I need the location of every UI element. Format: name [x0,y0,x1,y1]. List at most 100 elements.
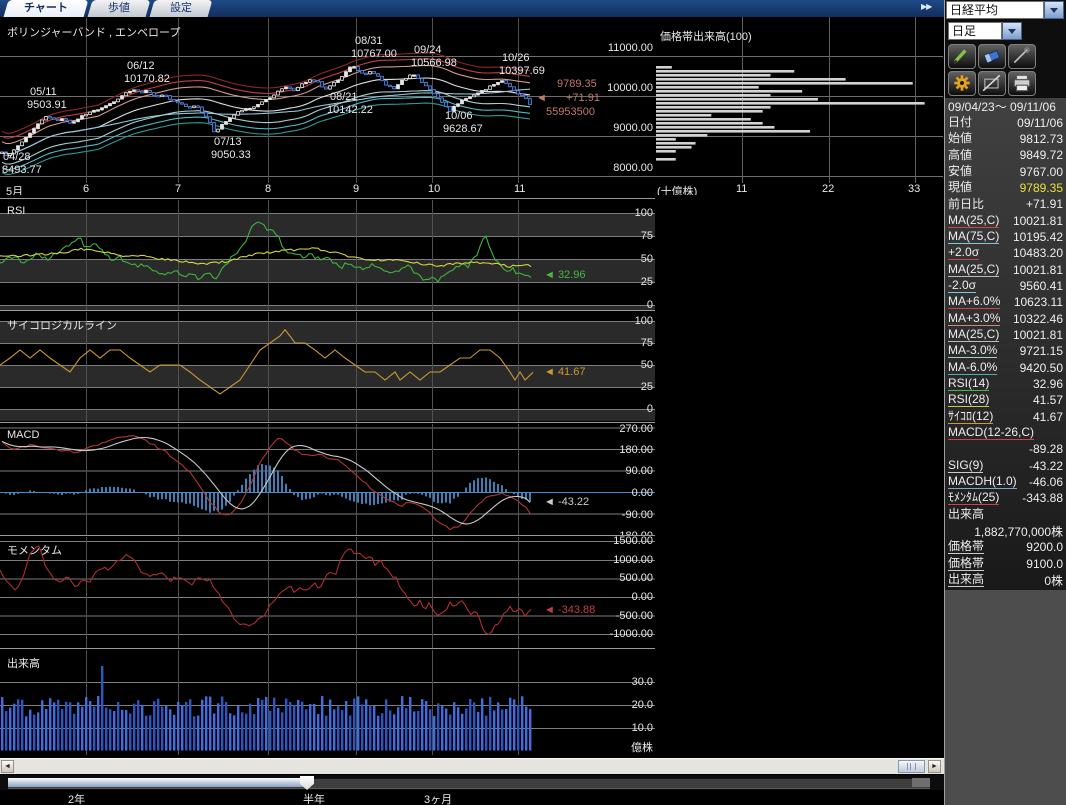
row-label: RSI(28) [948,393,989,407]
row-value: 10195.42 [999,230,1063,244]
row-value: 9200.0 [984,540,1063,554]
row-label: 現値 [948,181,972,194]
pencil-button[interactable] [948,44,976,69]
sidebar-row: 価格帯9200.0 [945,539,1066,555]
sidebar-row: ﾓﾒﾝﾀﾑ(25)-343.88 [945,490,1066,506]
row-label: 出来高 [948,508,984,521]
row-label: 価格帯 [948,540,984,554]
row-value: +71.91 [984,197,1063,211]
row-value: 9560.41 [976,279,1063,293]
row-label: 価格帯 [948,557,984,571]
row-value: 10322.46 [1000,312,1063,326]
range-label-row: 2年 半年 3ヶ月 [0,790,944,805]
slider-fill [8,778,306,787]
date-range: 09/04/23～ 09/11/06 [945,98,1066,114]
range-label[interactable]: 2年 [68,791,85,805]
eraser-button[interactable] [978,44,1006,69]
row-value: 9789.35 [972,181,1063,195]
printer-button[interactable] [1008,71,1036,96]
sidebar-row: MA+3.0%10322.46 [945,310,1066,326]
sidebar-row: 価格帯9100.0 [945,556,1066,572]
sidebar-row: MACD(12-26,C) [945,425,1066,441]
chart-application-window: チャート 歩値 設定 ▶▶ ボリンジャーバンド , エンベロープ価格帯出来高(1… [0,0,1066,805]
chart-toggle-button[interactable] [978,71,1006,96]
data-sidebar: 日経平均 日足 09/04/23～ 09/11/06日付09/11/06始値98… [944,0,1066,805]
sidebar-row: MA+6.0%10623.11 [945,294,1066,310]
slider-endcap [912,778,930,787]
timeframe-select-value: 日足 [948,22,1002,40]
sidebar-row: -89.28 [945,441,1066,457]
row-label: MA+6.0% [948,295,1000,309]
row-label: MA-6.0% [948,361,997,375]
time-range-slider[interactable] [0,775,944,790]
row-value: 9849.72 [972,148,1063,162]
scroll-left-button[interactable]: ◄ [1,760,14,773]
row-label: MA(75,C) [948,230,999,244]
sidebar-row: -2.0σ9560.41 [945,278,1066,294]
sidebar-row: +2.0σ10483.20 [945,245,1066,261]
row-value: 10021.81 [999,328,1063,342]
row-value: -43.22 [983,459,1063,473]
sidebar-row: MA(25,C)10021.81 [945,212,1066,228]
sidebar-row: MA(75,C)10195.42 [945,229,1066,245]
trendline-icon [1009,45,1035,67]
symbol-select-value: 日経平均 [946,1,1044,19]
row-value: 10483.20 [979,246,1063,260]
gear-button[interactable] [948,71,976,96]
symbol-select-dropdown-button[interactable] [1044,1,1064,19]
scrollbar-grip-icon [907,763,916,770]
timeframe-select[interactable]: 日足 [948,22,1022,40]
sidebar-data-rows: 09/04/23～ 09/11/06日付09/11/06始値9812.73高値9… [945,98,1066,590]
pencil-icon [949,45,975,67]
row-value: -89.28 [948,442,1063,456]
row-label: MACDH(1.0) [948,475,1017,489]
sidebar-row: MACDH(1.0)-46.06 [945,474,1066,490]
range-label[interactable]: 3ヶ月 [424,791,452,805]
row-label: MA-3.0% [948,344,997,358]
row-value: 10021.81 [999,263,1063,277]
row-value: -343.88 [999,491,1063,505]
row-label: 日付 [948,116,972,129]
sidebar-row: 現値9789.35 [945,180,1066,196]
row-value: 41.57 [989,393,1063,407]
row-value: 0株 [984,572,1063,589]
row-label: 始値 [948,132,972,145]
row-value: 9721.15 [997,344,1063,358]
row-label: MA(25,C) [948,328,999,342]
sidebar-row: MA(25,C)10021.81 [945,261,1066,277]
timeframe-select-dropdown-button[interactable] [1002,22,1022,40]
row-value: 1,882,770,000株 [948,523,1063,540]
eraser-icon [979,45,1005,67]
sidebar-row: RSI(28)41.57 [945,392,1066,408]
symbol-select[interactable]: 日経平均 [946,1,1064,19]
sidebar-row: MA-3.0%9721.15 [945,343,1066,359]
chart-canvas[interactable]: ボリンジャーバンド , エンベロープ価格帯出来高(100)11000.00100… [0,0,944,805]
sidebar-row: 始値9812.73 [945,131,1066,147]
scrollbar-thumb[interactable] [898,760,925,773]
sidebar-row: 安値9767.00 [945,163,1066,179]
sidebar-row: 高値9849.72 [945,147,1066,163]
chart-toggle-icon [979,72,1005,94]
sidebar-row: 出来高 [945,507,1066,523]
row-value: -46.06 [1017,475,1063,489]
trendline-button[interactable] [1008,44,1036,69]
row-value: 9812.73 [972,132,1063,146]
sidebar-row: 1,882,770,000株 [945,523,1066,539]
sidebar-row: 出来高0株 [945,572,1066,588]
row-value: 9100.0 [984,557,1063,571]
row-value: 9420.50 [997,361,1063,375]
row-label: 出来高 [948,573,984,587]
range-label[interactable]: 半年 [303,791,325,805]
row-label: -2.0σ [948,279,976,293]
scroll-right-button[interactable]: ► [928,760,941,773]
sidebar-row: RSI(14)32.96 [945,376,1066,392]
gear-icon [949,72,975,94]
sidebar-row: 前日比+71.91 [945,196,1066,212]
chevron-down-icon [1050,8,1058,13]
horizontal-scrollbar[interactable]: ◄ ► [0,758,944,774]
row-label: MA(25,C) [948,214,999,228]
row-label: ﾓﾒﾝﾀﾑ(25) [948,491,999,505]
row-label: MA(25,C) [948,263,999,277]
chart-plot-svg[interactable] [0,0,944,805]
sidebar-row: MA(25,C)10021.81 [945,327,1066,343]
